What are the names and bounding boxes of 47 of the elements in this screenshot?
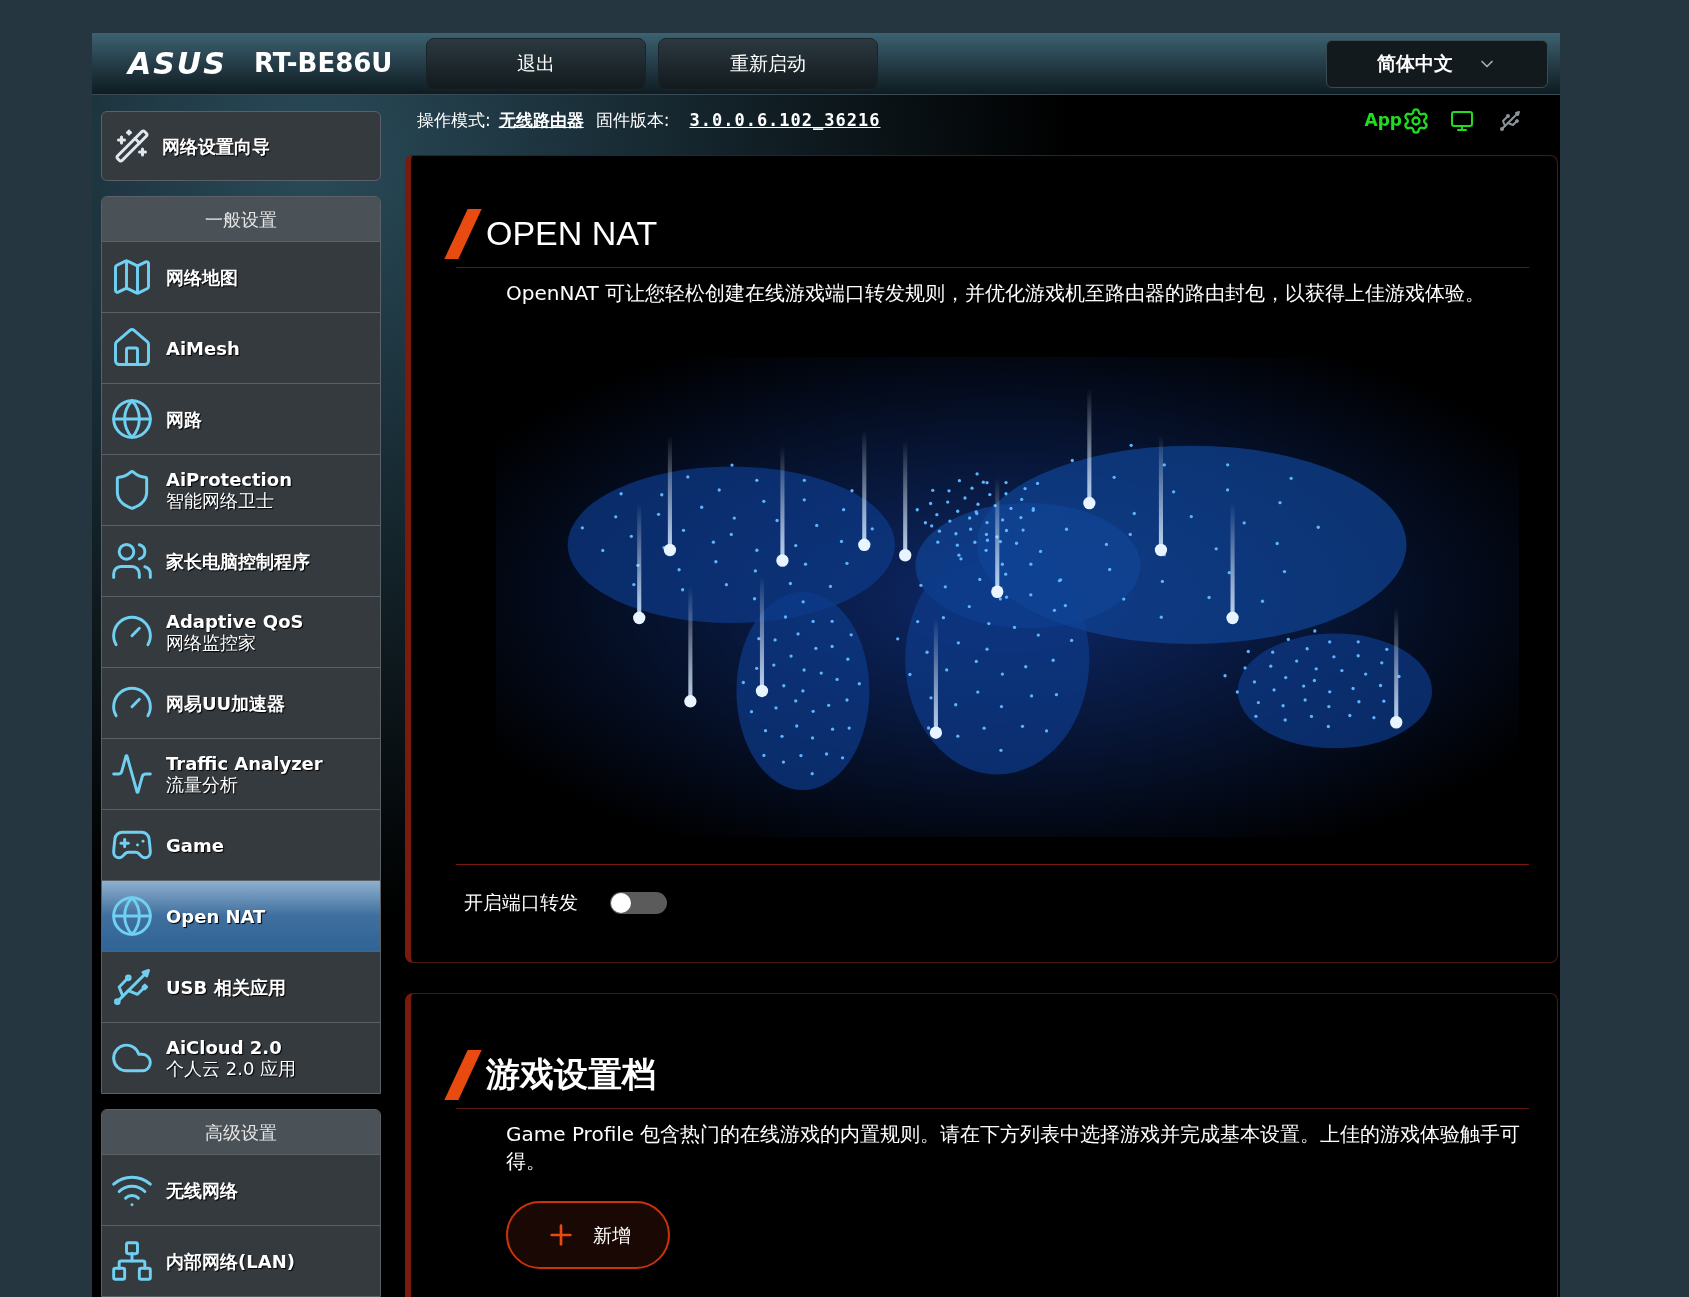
item-label: 无线网络 xyxy=(166,1179,238,1201)
item-sublabel: 流量分析 xyxy=(166,774,239,795)
item-label: AiProtection xyxy=(166,469,292,490)
menu-section-title: 一般设置 xyxy=(102,197,380,241)
panel-description: Game Profile 包含热门的在线游戏的内置规则。请在下方列表中选择游戏并完成基本设置。上佳的游戏体验触手可得。 xyxy=(505,1121,1522,1175)
language-dropdown[interactable]: 简体中文 xyxy=(1326,39,1548,88)
item-sublabel: 智能网络卫士 xyxy=(166,490,275,511)
app-label: App xyxy=(1364,109,1402,133)
item-label: Open NAT xyxy=(166,905,266,927)
item-label: Traffic Analyzer xyxy=(166,753,323,774)
panel-title: 游戏设置档 xyxy=(486,1053,656,1096)
model-name: RT-BE86U xyxy=(254,47,394,80)
sidebar-item[interactable]: Open NAT xyxy=(102,880,380,951)
globe-icon xyxy=(110,894,154,938)
item-label: 网易UU加速器 xyxy=(166,692,286,714)
mode-link[interactable]: 无线路由器 xyxy=(498,108,584,134)
setup-wizard-button[interactable]: 网络设置向导 xyxy=(101,111,381,181)
item-label: AiCloud 2.0 xyxy=(166,1037,283,1058)
panel-title: OPEN NAT xyxy=(486,213,658,254)
item-sublabel: 个人云 2.0 应用 xyxy=(166,1058,297,1079)
brand-logo: ASUS xyxy=(128,45,228,83)
port-forward-toggle[interactable] xyxy=(610,891,667,914)
wizard-icon xyxy=(114,128,150,164)
item-label: AiMesh xyxy=(166,337,240,359)
settings-icon[interactable] xyxy=(1402,107,1430,135)
item-label: 网路 xyxy=(166,408,202,430)
item-label: Adaptive QoS xyxy=(166,611,304,632)
network-icon xyxy=(110,1239,154,1283)
globe-icon xyxy=(110,397,154,441)
pulse-icon xyxy=(110,752,154,796)
item-label: 家长电脑控制程序 xyxy=(166,550,310,572)
mode-label: 操作模式: xyxy=(417,109,491,133)
monitor-icon[interactable] xyxy=(1450,109,1474,133)
add-button[interactable]: 新增 xyxy=(506,1201,670,1269)
panel-description: OpenNAT 可让您轻松创建在线游戏端口转发规则，并优化游戏机至路由器的路由封包，以获得上佳游戏体验。 xyxy=(505,280,1487,307)
menu-section-title: 高级设置 xyxy=(102,1110,380,1154)
firmware-label: 固件版本: xyxy=(595,109,670,133)
item-label: USB 相关应用 xyxy=(166,976,286,998)
item-label: 内部网络(LAN) xyxy=(166,1250,295,1272)
item-sublabel: 网络监控家 xyxy=(166,632,257,653)
item-label: 网络地图 xyxy=(166,266,238,288)
header-button[interactable]: 重新启动 xyxy=(658,37,878,90)
item-label: Game xyxy=(166,834,224,856)
header-button[interactable]: 退出 xyxy=(426,37,646,90)
toggle-label: 开启端口转发 xyxy=(464,890,578,916)
usb-icon[interactable] xyxy=(1498,109,1522,133)
firmware-link[interactable]: 3.0.0.6.102_36216 xyxy=(689,108,881,134)
